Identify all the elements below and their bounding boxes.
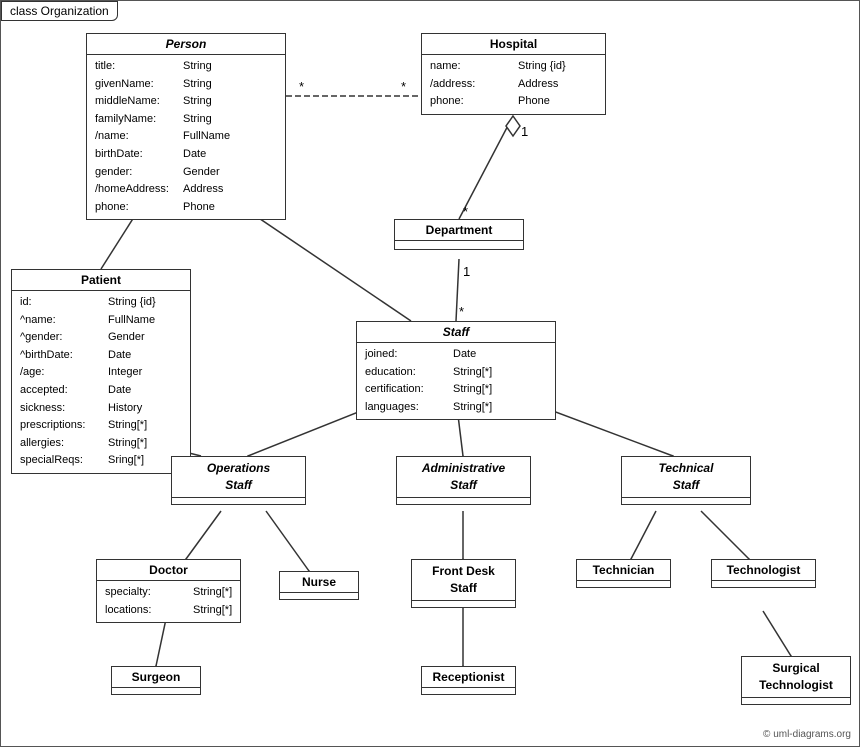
class-staff: Staff joined:Date education:String[*] ce… [356, 321, 556, 420]
class-operations-staff: OperationsStaff [171, 456, 306, 505]
class-receptionist-title: Receptionist [422, 667, 515, 688]
svg-text:*: * [459, 304, 464, 319]
class-hospital-body: name:String {id} /address:Address phone:… [422, 55, 605, 114]
class-hospital-title: Hospital [422, 34, 605, 55]
class-nurse-title: Nurse [280, 572, 358, 593]
svg-text:*: * [299, 79, 304, 94]
class-department: Department [394, 219, 524, 250]
class-admin-staff: AdministrativeStaff [396, 456, 531, 505]
class-surgical-technologist: SurgicalTechnologist [741, 656, 851, 705]
class-person-title: Person [87, 34, 285, 55]
class-technologist-title: Technologist [712, 560, 815, 581]
class-technical-staff-title: TechnicalStaff [622, 457, 750, 498]
class-surgical-technologist-title: SurgicalTechnologist [742, 657, 850, 698]
class-doctor-body: specialty:String[*] locations:String[*] [97, 581, 240, 622]
class-technician: Technician [576, 559, 671, 588]
svg-text:1: 1 [521, 124, 528, 139]
class-doctor-title: Doctor [97, 560, 240, 581]
class-doctor: Doctor specialty:String[*] locations:Str… [96, 559, 241, 623]
class-technologist: Technologist [711, 559, 816, 588]
copyright: © uml-diagrams.org [763, 729, 851, 740]
class-staff-body: joined:Date education:String[*] certific… [357, 343, 555, 419]
class-patient-body: id:String {id} ^name:FullName ^gender:Ge… [12, 291, 190, 473]
class-front-desk-title: Front DeskStaff [412, 560, 515, 601]
class-operations-staff-title: OperationsStaff [172, 457, 305, 498]
class-hospital: Hospital name:String {id} /address:Addre… [421, 33, 606, 115]
class-patient-title: Patient [12, 270, 190, 291]
class-technician-title: Technician [577, 560, 670, 581]
class-department-body [395, 241, 523, 249]
class-front-desk: Front DeskStaff [411, 559, 516, 608]
class-department-title: Department [395, 220, 523, 241]
class-surgeon: Surgeon [111, 666, 201, 695]
svg-text:*: * [463, 204, 468, 219]
class-surgeon-title: Surgeon [112, 667, 200, 688]
class-person-body: title:String givenName:String middleName… [87, 55, 285, 219]
diagram-label: class Organization [1, 1, 118, 21]
svg-text:1: 1 [463, 264, 470, 279]
class-nurse: Nurse [279, 571, 359, 600]
diagram-container: class Organization * * 1 * 1 * * * [0, 0, 860, 747]
class-staff-title: Staff [357, 322, 555, 343]
class-technical-staff: TechnicalStaff [621, 456, 751, 505]
class-person: Person title:String givenName:String mid… [86, 33, 286, 220]
class-patient: Patient id:String {id} ^name:FullName ^g… [11, 269, 191, 474]
class-admin-staff-title: AdministrativeStaff [397, 457, 530, 498]
svg-text:*: * [401, 79, 406, 94]
class-receptionist: Receptionist [421, 666, 516, 695]
